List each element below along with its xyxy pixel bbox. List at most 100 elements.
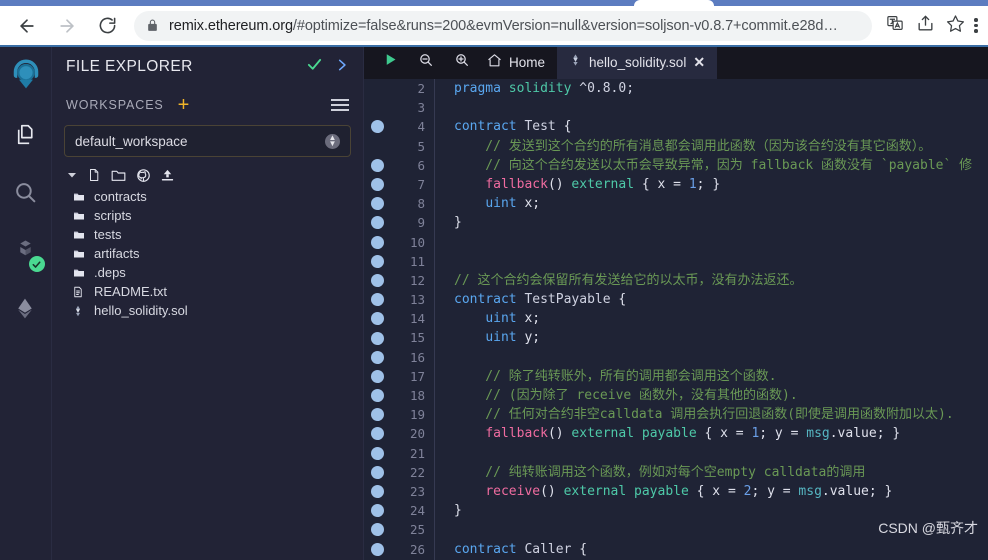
- code-line[interactable]: // 发送到这个合约的所有消息都会调用此函数（因为该合约没有其它函数）。: [454, 137, 988, 156]
- run-script-button[interactable]: [372, 45, 408, 79]
- breakpoint-gutter[interactable]: [364, 79, 390, 560]
- breakpoint-toggle[interactable]: [364, 98, 390, 117]
- code-line[interactable]: uint y;: [454, 328, 988, 347]
- address-bar[interactable]: remix.ethereum.org/#optimize=false&runs=…: [134, 10, 872, 41]
- code-line[interactable]: // 这个合约会保留所有发送给它的以太币，没有办法返还。: [454, 271, 988, 290]
- breakpoint-toggle[interactable]: [364, 424, 390, 443]
- breakpoint-toggle[interactable]: [364, 79, 390, 98]
- tree-item[interactable]: hello_solidity.sol: [72, 301, 353, 320]
- reload-button[interactable]: [90, 9, 124, 43]
- breakpoint-toggle[interactable]: [364, 271, 390, 290]
- tab-home[interactable]: Home: [480, 45, 557, 79]
- code-line[interactable]: contract Caller {: [454, 540, 988, 559]
- code-line[interactable]: }: [454, 213, 988, 232]
- code-line[interactable]: // 向这个合约发送以太币会导致异常，因为 fallback 函数没有 `pay…: [454, 156, 988, 175]
- code-token: // 发送到这个合约的所有消息都会调用此函数（因为该合约没有其它函数）。: [454, 138, 932, 154]
- sidebar-item-file-explorer[interactable]: [4, 115, 48, 159]
- line-number: 19: [409, 407, 425, 423]
- code-token: TestPayable: [524, 292, 611, 308]
- translate-button[interactable]: [880, 11, 910, 41]
- code-line[interactable]: // (因为除了 receive 函数外，没有其他的函数).: [454, 386, 988, 405]
- sidebar-item-solidity-compiler[interactable]: [4, 231, 48, 275]
- code-line[interactable]: // 除了纯转账外，所有的调用都会调用这个函数.: [454, 367, 988, 386]
- check-icon[interactable]: [306, 56, 323, 78]
- breakpoint-toggle[interactable]: [364, 194, 390, 213]
- code-line[interactable]: // 纯转账调用这个函数，例如对每个空empty calldata的调用: [454, 463, 988, 482]
- zoom-in-button[interactable]: [444, 45, 480, 79]
- kebab-menu-icon: [974, 18, 978, 22]
- close-icon[interactable]: ✕: [693, 54, 705, 71]
- code-line[interactable]: pragma solidity ^0.8.0;: [454, 79, 988, 98]
- tree-item[interactable]: .deps: [72, 263, 353, 282]
- breakpoint-toggle[interactable]: [364, 328, 390, 347]
- code-line[interactable]: uint x;: [454, 309, 988, 328]
- hamburger-menu-icon[interactable]: [331, 99, 349, 111]
- new-folder-icon[interactable]: [110, 167, 127, 183]
- code-line[interactable]: [454, 252, 988, 271]
- tree-item[interactable]: scripts: [72, 206, 353, 225]
- code-token: ; y =: [759, 426, 807, 442]
- breakpoint-toggle[interactable]: [364, 540, 390, 559]
- code-line[interactable]: contract Test {: [454, 117, 988, 136]
- fold-gutter[interactable]: [434, 79, 448, 560]
- forward-button[interactable]: [50, 9, 84, 43]
- breakpoint-toggle[interactable]: [364, 482, 390, 501]
- code-content[interactable]: pragma solidity ^0.8.0; contract Test { …: [448, 79, 988, 560]
- tab-hello-solidity[interactable]: hello_solidity.sol ✕: [0, 45, 988, 79]
- code-line[interactable]: [454, 233, 988, 252]
- sidebar-item-deploy-run[interactable]: [4, 289, 48, 333]
- breakpoint-toggle[interactable]: [364, 348, 390, 367]
- breakpoint-toggle[interactable]: [364, 405, 390, 424]
- code-line[interactable]: contract TestPayable {: [454, 290, 988, 309]
- share-button[interactable]: [910, 11, 940, 41]
- code-line[interactable]: [454, 444, 988, 463]
- code-line[interactable]: }: [454, 501, 988, 520]
- code-line[interactable]: [454, 520, 988, 539]
- breakpoint-toggle[interactable]: [364, 117, 390, 136]
- code-line[interactable]: [454, 348, 988, 367]
- breakpoint-toggle[interactable]: [364, 233, 390, 252]
- breakpoint-toggle[interactable]: [364, 386, 390, 405]
- github-icon[interactable]: [136, 168, 151, 183]
- breakpoint-toggle[interactable]: [364, 444, 390, 463]
- upload-icon[interactable]: [160, 168, 175, 183]
- breakpoint-toggle[interactable]: [364, 520, 390, 539]
- code-line[interactable]: fallback() external payable { x = 1; y =…: [454, 424, 988, 443]
- breakpoint-dot: [370, 446, 384, 460]
- workspace-select[interactable]: default_workspace ▲ ▼: [64, 125, 351, 157]
- breakpoint-toggle[interactable]: [364, 290, 390, 309]
- code-line[interactable]: [454, 98, 988, 117]
- tree-item[interactable]: contracts: [72, 187, 353, 206]
- browser-menu-button[interactable]: [970, 18, 984, 33]
- breakpoint-toggle[interactable]: [364, 501, 390, 520]
- breakpoint-toggle[interactable]: [364, 156, 390, 175]
- bookmark-button[interactable]: [940, 11, 970, 41]
- back-button[interactable]: [10, 9, 44, 43]
- new-file-icon[interactable]: [87, 167, 101, 183]
- zoom-out-button[interactable]: [408, 45, 444, 79]
- breakpoint-toggle[interactable]: [364, 252, 390, 271]
- code-line[interactable]: fallback() external { x = 1; }: [454, 175, 988, 194]
- breakpoint-toggle[interactable]: [364, 367, 390, 386]
- breakpoint-toggle[interactable]: [364, 213, 390, 232]
- add-workspace-button[interactable]: +: [178, 95, 190, 115]
- sidebar-item-search[interactable]: [4, 173, 48, 217]
- code-editor[interactable]: 2 3 4 5 6 7 8 9 10 11 12 13 14 15 16 17 18 19 20 21 22 23 24 25…: [364, 79, 988, 560]
- breakpoint-toggle[interactable]: [364, 137, 390, 156]
- tree-item[interactable]: artifacts: [72, 244, 353, 263]
- breakpoint-toggle[interactable]: [364, 463, 390, 482]
- chevron-right-icon[interactable]: [335, 58, 349, 76]
- breakpoint-toggle[interactable]: [364, 309, 390, 328]
- collapse-all-button[interactable]: [66, 169, 78, 181]
- tree-item[interactable]: tests: [72, 225, 353, 244]
- breakpoint-dot: [370, 523, 384, 537]
- code-token: { x =: [634, 176, 689, 192]
- code-line[interactable]: receive() external payable { x = 2; y = …: [454, 482, 988, 501]
- code-line[interactable]: uint x;: [454, 194, 988, 213]
- breakpoint-dot: [370, 312, 384, 326]
- zoom-in-icon: [454, 52, 470, 73]
- tree-item[interactable]: README.txt: [72, 282, 353, 301]
- breakpoint-toggle[interactable]: [364, 175, 390, 194]
- remix-logo-icon[interactable]: [2, 53, 50, 101]
- code-line[interactable]: // 任何对合约非空calldata 调用会执行回退函数(即使是调用函数附加以太…: [454, 405, 988, 424]
